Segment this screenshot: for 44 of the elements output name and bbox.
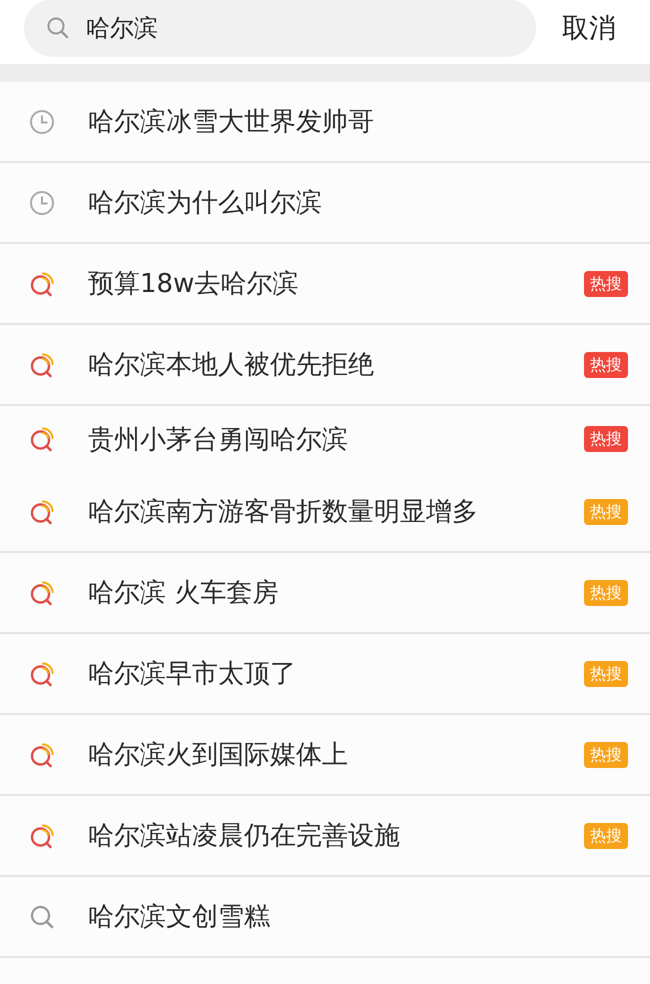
hot-badge: 热搜: [584, 580, 628, 606]
hot-search-icon: [28, 425, 56, 453]
search-input[interactable]: 哈尔滨: [86, 14, 466, 42]
hot-search-icon: [28, 822, 56, 850]
suggestion-text: 哈尔滨冰雪大世界发帅哥: [88, 106, 375, 139]
hot-search-icon: [28, 740, 56, 768]
suggestion-text: 哈尔滨火到国际媒体上: [88, 739, 349, 772]
suggestion-item[interactable]: 哈尔滨火到国际媒体上 热搜: [0, 715, 650, 796]
suggestion-text: 哈尔滨本地人被优先拒绝: [88, 349, 375, 382]
suggestion-text: 贵州小茅台勇闯哈尔滨: [88, 424, 349, 456]
search-icon: [46, 16, 70, 40]
suggestion-item[interactable]: 哈尔滨本地人被优先拒绝 热搜: [0, 325, 650, 406]
suggestion-text: 预算18w去哈尔滨: [88, 268, 300, 301]
hot-search-icon: [28, 578, 56, 606]
suggestion-item[interactable]: 贵州小茅台勇闯哈尔滨 热搜: [0, 406, 650, 472]
hot-badge: 热搜: [584, 742, 628, 768]
hot-badge: 热搜: [584, 426, 628, 452]
suggestion-text: 哈尔滨 火车套房: [88, 577, 280, 610]
suggestion-item[interactable]: 哈尔滨 火车套房 热搜: [0, 553, 650, 634]
suggestion-text: 哈尔滨站凌晨仍在完善设施: [88, 820, 401, 853]
hot-search-icon: [28, 660, 56, 688]
suggestion-text: 哈尔滨南方游客骨折数量明显增多: [88, 496, 479, 529]
cancel-button[interactable]: 取消: [558, 10, 620, 46]
suggestion-item[interactable]: 哈尔滨为什么叫尔滨: [0, 163, 650, 244]
suggestion-text: 哈尔滨早市太顶了: [88, 658, 297, 691]
hot-badge: 热搜: [584, 660, 628, 686]
suggestion-item[interactable]: 哈尔滨冰雪大世界发帅哥: [0, 82, 650, 163]
hot-badge: 热搜: [584, 352, 628, 378]
hot-badge: 热搜: [584, 270, 628, 296]
hot-badge: 热搜: [584, 498, 628, 524]
clock-icon: [28, 188, 56, 216]
clock-icon: [28, 108, 56, 136]
suggestion-text: 哈尔滨为什么叫尔滨: [88, 187, 323, 220]
suggestion-item[interactable]: 哈尔滨早市太顶了 热搜: [0, 634, 650, 715]
suggestion-item[interactable]: 预算18w去哈尔滨 热搜: [0, 244, 650, 325]
suggestion-item[interactable]: 哈尔滨南方游客骨折数量明显增多 热搜: [0, 472, 650, 553]
suggestion-item[interactable]: 哈尔滨文创雪糕: [0, 877, 650, 958]
suggestion-text: 哈尔滨文创雪糕: [88, 901, 271, 934]
search-field[interactable]: 哈尔滨: [24, 0, 536, 57]
hot-search-icon: [28, 350, 56, 378]
hot-search-icon: [28, 498, 56, 526]
hot-badge: 热搜: [584, 822, 628, 848]
suggestion-item[interactable]: 哈尔滨站凌晨仍在完善设施 热搜: [0, 796, 650, 877]
hot-search-icon: [28, 270, 56, 298]
